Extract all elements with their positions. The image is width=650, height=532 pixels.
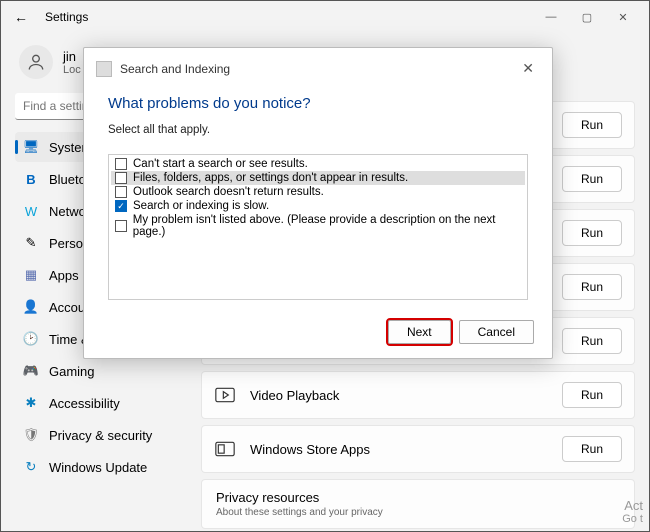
video-icon [214, 384, 236, 406]
back-button[interactable]: ← [9, 5, 33, 29]
dialog-close-button[interactable]: ✕ [516, 58, 540, 79]
sidebar-item-label: Accessibility [49, 396, 120, 411]
option-label: Outlook search doesn't return results. [133, 186, 324, 198]
option-label: Can't start a search or see results. [133, 158, 308, 170]
accounts-icon: 👤 [23, 299, 39, 315]
wifi-icon: W [23, 203, 39, 219]
sidebar-item-label: Privacy & security [49, 428, 152, 443]
system-icon: 🖥 [23, 139, 39, 155]
option-label: My problem isn't listed above. (Please p… [133, 214, 521, 238]
watermark-l1: Act [622, 498, 643, 513]
checkbox-icon[interactable] [115, 172, 127, 184]
dialog-icon [96, 61, 112, 77]
sidebar-item-label: Apps [49, 268, 79, 283]
bluetooth-icon: B [23, 171, 39, 187]
troubleshooter-row-video[interactable]: Video Playback Run [201, 371, 635, 419]
option-files-not-appear[interactable]: Files, folders, apps, or settings don't … [111, 171, 525, 185]
run-button[interactable]: Run [562, 220, 622, 246]
panel-label: Video Playback [250, 388, 562, 403]
run-button[interactable]: Run [562, 112, 622, 138]
option-cant-start-search[interactable]: Can't start a search or see results. [111, 157, 525, 171]
troubleshooter-row-store[interactable]: Windows Store Apps Run [201, 425, 635, 473]
sidebar-item-label: Windows Update [49, 460, 147, 475]
dialog-header: Search and Indexing ✕ [84, 48, 552, 81]
apps-icon: ▦ [23, 267, 39, 283]
option-label: Search or indexing is slow. [133, 200, 269, 212]
panel-label: Windows Store Apps [250, 442, 562, 457]
next-button[interactable]: Next [388, 320, 451, 344]
minimize-button[interactable]: — [533, 3, 569, 31]
checkbox-icon[interactable] [115, 158, 127, 170]
dialog-subtitle: Select all that apply. [108, 124, 528, 136]
sidebar-item-accessibility[interactable]: ✱ Accessibility [15, 388, 201, 418]
clock-icon: 🕑 [23, 331, 39, 347]
option-label: Files, folders, apps, or settings don't … [133, 172, 408, 184]
maximize-button[interactable]: ▢ [569, 3, 605, 31]
dialog-question: What problems do you notice? [108, 95, 528, 112]
watermark-l2: Go t [622, 513, 643, 525]
window-title: Settings [45, 10, 88, 24]
run-button[interactable]: Run [562, 328, 622, 354]
sidebar-item-label: Gaming [49, 364, 95, 379]
titlebar: ← Settings — ▢ ✕ [1, 1, 649, 33]
accessibility-icon: ✱ [23, 395, 39, 411]
update-icon: ↻ [23, 459, 39, 475]
close-button[interactable]: ✕ [605, 3, 641, 31]
brush-icon: ✎ [23, 235, 39, 251]
sidebar-item-update[interactable]: ↻ Windows Update [15, 452, 201, 482]
option-search-slow[interactable]: ✓ Search or indexing is slow. [111, 199, 525, 213]
user-info: jin Loc [63, 49, 81, 76]
user-name: jin [63, 49, 81, 64]
activation-watermark: Act Go t [622, 498, 643, 525]
privacy-sub: About these settings and your privacy [216, 507, 383, 518]
avatar [19, 45, 53, 79]
run-button[interactable]: Run [562, 436, 622, 462]
dialog-footer: Next Cancel [84, 310, 552, 358]
user-sub: Loc [63, 64, 81, 76]
store-icon [214, 438, 236, 460]
run-button[interactable]: Run [562, 166, 622, 192]
sidebar-item-privacy[interactable]: 🛡 Privacy & security [15, 420, 201, 450]
privacy-title: Privacy resources [216, 490, 319, 505]
dialog-title: Search and Indexing [120, 62, 230, 76]
option-not-listed[interactable]: My problem isn't listed above. (Please p… [111, 213, 525, 239]
checkbox-icon[interactable] [115, 220, 127, 232]
options-box: Can't start a search or see results. Fil… [108, 154, 528, 300]
gaming-icon: 🎮 [23, 363, 39, 379]
troubleshooter-dialog: Search and Indexing ✕ What problems do y… [83, 47, 553, 359]
option-outlook-search[interactable]: Outlook search doesn't return results. [111, 185, 525, 199]
cancel-button[interactable]: Cancel [459, 320, 534, 344]
checkbox-icon[interactable]: ✓ [115, 200, 127, 212]
checkbox-icon[interactable] [115, 186, 127, 198]
run-button[interactable]: Run [562, 382, 622, 408]
dialog-body: What problems do you notice? Select all … [84, 81, 552, 310]
sidebar-item-gaming[interactable]: 🎮 Gaming [15, 356, 201, 386]
window-controls: — ▢ ✕ [533, 3, 641, 31]
shield-icon: 🛡 [23, 427, 39, 443]
run-button[interactable]: Run [562, 274, 622, 300]
privacy-resources[interactable]: Privacy resources About these settings a… [201, 479, 635, 529]
